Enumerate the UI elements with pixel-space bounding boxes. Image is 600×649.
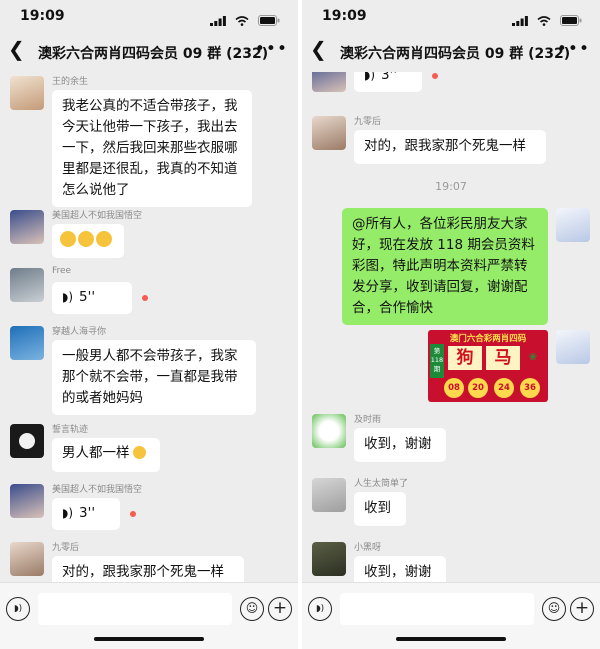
input-bar: ◗) ☺ + bbox=[302, 582, 600, 649]
emoji-icon bbox=[60, 231, 76, 247]
text-bubble[interactable]: 一般男人都不会带孩子，我家 那个就不会带，一直都是我带 的或者她妈妈 bbox=[52, 340, 256, 415]
chat-screen-left: 19:09 ❮ 澳彩六合两肖四码会员 09 群 (232) ••• 王的余生 我… bbox=[0, 0, 298, 649]
avatar[interactable] bbox=[10, 268, 44, 302]
unread-dot bbox=[142, 295, 148, 301]
avatar[interactable] bbox=[10, 542, 44, 576]
input-bar: ◗) ☺ + bbox=[0, 582, 298, 649]
number-row: 08 20 24 36 bbox=[444, 378, 542, 398]
status-bar: 19:09 bbox=[0, 0, 298, 34]
back-chevron-icon[interactable]: ❮ bbox=[310, 37, 327, 61]
number-ball: 20 bbox=[468, 378, 488, 398]
avatar[interactable] bbox=[10, 424, 44, 458]
voice-bubble[interactable]: ◗) 3'' bbox=[52, 498, 120, 530]
wifi-icon bbox=[537, 11, 551, 30]
plus-icon[interactable]: + bbox=[570, 597, 594, 621]
avatar[interactable] bbox=[10, 326, 44, 360]
message-input[interactable] bbox=[340, 593, 534, 625]
status-bar: 19:09 bbox=[302, 0, 600, 34]
sender-name: 九零后 bbox=[354, 117, 382, 127]
message-list[interactable]: 王的余生 我老公真的不适合带孩子，我 今天让他带一下孩子，我出去 一下，然后我回… bbox=[0, 72, 298, 583]
avatar[interactable] bbox=[312, 414, 346, 448]
group-title: 澳彩六合两肖四码会员 09 群 (232) bbox=[38, 46, 269, 62]
sender-name: 小黑呀 bbox=[354, 543, 382, 553]
sound-wave-icon: ◗) bbox=[62, 290, 74, 304]
text-bubble[interactable]: 收到，谢谢 bbox=[354, 428, 446, 462]
wifi-icon bbox=[235, 11, 249, 30]
text-bubble[interactable]: 对的，跟我家那个死鬼一样 bbox=[52, 556, 244, 583]
smiley-icon[interactable]: ☺ bbox=[542, 597, 566, 621]
smiley-icon[interactable]: ☺ bbox=[240, 597, 264, 621]
lottery-poster: 澳门六合彩两肖四码 第 118 期 狗 马 ❀ 08 20 24 36 bbox=[428, 330, 548, 402]
signal-icon bbox=[209, 11, 226, 30]
chat-header: ❮ 澳彩六合两肖四码会员 09 群 (232) ••• bbox=[0, 34, 298, 72]
emoji-bubble[interactable] bbox=[52, 224, 124, 258]
text-bubble[interactable]: 男人都一样 bbox=[52, 438, 160, 472]
timestamp: 19:07 bbox=[435, 180, 467, 193]
macau-emblem-icon: ❀ bbox=[528, 352, 538, 363]
sound-wave-icon: ◗) bbox=[364, 72, 376, 82]
sender-name: 人生太简单了 bbox=[354, 479, 409, 489]
text-bubble[interactable]: 收到 bbox=[354, 492, 406, 526]
battery-icon bbox=[560, 11, 582, 30]
plus-icon[interactable]: + bbox=[268, 597, 292, 621]
avatar[interactable] bbox=[312, 116, 346, 150]
text-bubble[interactable]: 收到，谢谢 bbox=[354, 556, 446, 583]
sender-name: 九零后 bbox=[52, 543, 80, 553]
message-list[interactable]: ◗) 3'' 九零后 对的，跟我家那个死鬼一样 19:07 @所有人，各位彩民朋友… bbox=[302, 72, 600, 583]
sender-name: 誓言轨迹 bbox=[52, 425, 89, 435]
more-ellipsis-icon[interactable]: ••• bbox=[255, 39, 288, 59]
voice-input-icon[interactable]: ◗) bbox=[6, 597, 30, 621]
sender-name: 及时雨 bbox=[354, 415, 382, 425]
voice-bubble[interactable]: ◗) 3'' bbox=[354, 72, 422, 92]
emoji-icon bbox=[132, 446, 146, 459]
home-indicator bbox=[396, 637, 506, 641]
sender-name: 美国超人不如我国悟空 bbox=[52, 485, 143, 495]
avatar[interactable] bbox=[10, 210, 44, 244]
battery-icon bbox=[258, 11, 280, 30]
chat-header: ❮ 澳彩六合两肖四码会员 09 群 (232) ••• bbox=[302, 34, 600, 72]
status-time: 19:09 bbox=[20, 8, 65, 24]
emoji-icon bbox=[96, 231, 112, 247]
home-indicator bbox=[94, 637, 204, 641]
emoji-icon bbox=[78, 231, 94, 247]
issue-badge: 第 118 期 bbox=[430, 344, 444, 378]
number-ball: 08 bbox=[444, 378, 464, 398]
group-title: 澳彩六合两肖四码会员 09 群 (232) bbox=[340, 46, 571, 62]
number-ball: 36 bbox=[520, 378, 540, 398]
unread-dot bbox=[432, 73, 438, 79]
sender-name: Free bbox=[52, 266, 72, 276]
zodiac-label: 狗 bbox=[448, 346, 482, 370]
avatar[interactable] bbox=[10, 76, 44, 110]
text-bubble[interactable]: @所有人，各位彩民朋友大家 好，现在发放 118 期会员资料 彩图，特此声明本资… bbox=[342, 208, 548, 325]
avatar[interactable] bbox=[556, 330, 590, 364]
status-time: 19:09 bbox=[322, 8, 367, 24]
zodiac-label: 马 bbox=[486, 346, 520, 370]
sender-name: 王的余生 bbox=[52, 77, 89, 87]
image-message[interactable]: 澳门六合彩两肖四码 第 118 期 狗 马 ❀ 08 20 24 36 bbox=[428, 330, 548, 402]
more-ellipsis-icon[interactable]: ••• bbox=[557, 39, 590, 59]
avatar[interactable] bbox=[312, 542, 346, 576]
number-ball: 24 bbox=[494, 378, 514, 398]
sender-name: 穿越人海寻你 bbox=[52, 327, 107, 337]
avatar[interactable] bbox=[312, 72, 346, 92]
voice-input-icon[interactable]: ◗) bbox=[308, 597, 332, 621]
text-bubble[interactable]: 我老公真的不适合带孩子，我 今天让他带一下孩子，我出去 一下，然后我回来那些衣服… bbox=[52, 90, 252, 207]
voice-bubble[interactable]: ◗) 5'' bbox=[52, 282, 132, 314]
back-chevron-icon[interactable]: ❮ bbox=[8, 37, 25, 61]
avatar[interactable] bbox=[10, 484, 44, 518]
avatar[interactable] bbox=[556, 208, 590, 242]
chat-screen-right: 19:09 ❮ 澳彩六合两肖四码会员 09 群 (232) ••• ◗) 3'' … bbox=[302, 0, 600, 649]
unread-dot bbox=[130, 511, 136, 517]
sender-name: 美国超人不如我国悟空 bbox=[52, 211, 143, 221]
signal-icon bbox=[511, 11, 528, 30]
sound-wave-icon: ◗) bbox=[62, 506, 74, 520]
text-bubble[interactable]: 对的，跟我家那个死鬼一样 bbox=[354, 130, 546, 164]
message-input[interactable] bbox=[38, 593, 232, 625]
avatar[interactable] bbox=[312, 478, 346, 512]
